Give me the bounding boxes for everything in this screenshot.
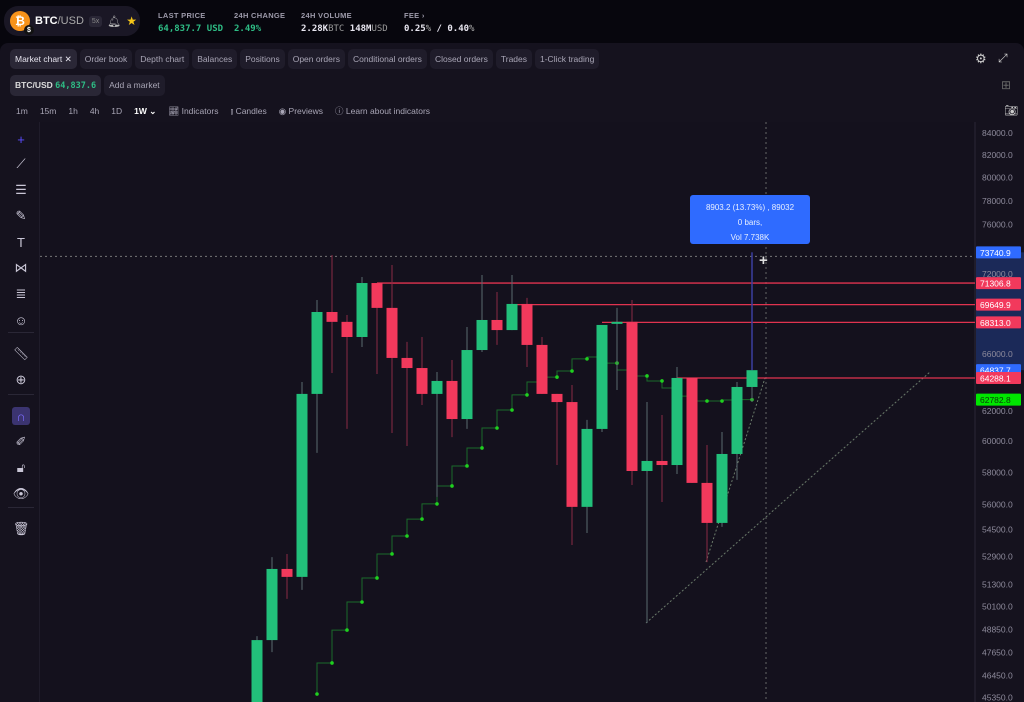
supertrend-dot xyxy=(720,399,724,403)
candle-down xyxy=(386,307,398,358)
supertrend-dot xyxy=(585,357,589,361)
supertrend-dot xyxy=(435,502,439,506)
measure-tooltip: 8903.2 (13.73%) , 89032 0 bars, Vol 7.738K xyxy=(690,195,810,244)
candle-up xyxy=(581,428,593,507)
supertrend-dot xyxy=(555,375,559,379)
y-tick-label: 82000.0 xyxy=(982,150,1013,160)
price-label: 62782.8 xyxy=(980,395,1011,405)
supertrend-dot xyxy=(345,628,349,632)
price-label: 64288.1 xyxy=(980,373,1011,383)
supertrend-dot xyxy=(495,426,499,430)
y-tick-label: 76000.0 xyxy=(982,220,1013,230)
candle-down xyxy=(536,344,548,394)
supertrend-dot xyxy=(405,534,409,538)
supertrend-dot xyxy=(480,446,484,450)
candle-up xyxy=(296,393,308,577)
supertrend-dot xyxy=(450,484,454,488)
candle-down xyxy=(521,303,533,345)
y-tick-label: 60000.0 xyxy=(982,436,1013,446)
supertrend-dot xyxy=(465,464,469,468)
price-label: 68313.0 xyxy=(980,318,1011,328)
candle-up xyxy=(596,324,608,429)
candle-up xyxy=(641,460,653,471)
candle-up xyxy=(671,377,683,466)
candle-up xyxy=(356,283,368,337)
candle-down xyxy=(491,319,503,331)
candle-down xyxy=(686,377,698,483)
supertrend-dot xyxy=(570,369,574,373)
y-tick-label: 51300.0 xyxy=(982,580,1013,590)
candle-up xyxy=(716,453,728,523)
candle-down xyxy=(341,321,353,337)
y-tick-label: 52900.0 xyxy=(982,552,1013,562)
candle-up xyxy=(746,370,758,387)
y-tick-label: 58000.0 xyxy=(982,467,1013,477)
price-chart[interactable]: 84000.082000.080000.078000.076000.072000… xyxy=(0,0,1024,702)
supertrend-dot xyxy=(660,379,664,383)
y-tick-label: 45350.0 xyxy=(982,693,1013,702)
y-tick-label: 66000.0 xyxy=(982,349,1013,359)
candle-down xyxy=(416,368,428,394)
y-tick-label: 80000.0 xyxy=(982,173,1013,183)
candle-up xyxy=(461,350,473,420)
candle-down xyxy=(401,357,413,369)
candle-up xyxy=(611,321,623,324)
supertrend-dot xyxy=(525,393,529,397)
y-tick-label: 46450.0 xyxy=(982,671,1013,681)
y-tick-label: 48850.0 xyxy=(982,625,1013,635)
candle-up xyxy=(251,640,263,702)
supertrend-dot xyxy=(390,552,394,556)
y-tick-label: 84000.0 xyxy=(982,128,1013,138)
supertrend-dot xyxy=(360,600,364,604)
candle-up xyxy=(731,386,743,454)
y-tick-label: 78000.0 xyxy=(982,196,1013,206)
candle-up xyxy=(311,311,323,394)
supertrend-dot xyxy=(330,661,334,665)
y-tick-label: 54500.0 xyxy=(982,524,1013,534)
candle-down xyxy=(656,460,668,466)
supertrend-dot xyxy=(420,517,424,521)
candle-down xyxy=(566,402,578,507)
candle-down xyxy=(371,283,383,308)
candle-down xyxy=(701,482,713,523)
supertrend-dot xyxy=(375,576,379,580)
plot-area xyxy=(40,122,975,702)
price-label: 71306.8 xyxy=(980,279,1011,289)
candle-down xyxy=(446,380,458,420)
candle-up xyxy=(431,380,443,394)
y-tick-label: 62000.0 xyxy=(982,406,1013,416)
supertrend-dot xyxy=(645,374,649,378)
y-tick-label: 47650.0 xyxy=(982,647,1013,657)
candle-down xyxy=(281,568,293,577)
candle-up xyxy=(476,319,488,351)
candle-down xyxy=(551,393,563,403)
price-label: 73740.9 xyxy=(980,248,1011,258)
price-label: 69649.9 xyxy=(980,300,1011,310)
supertrend-dot xyxy=(315,692,319,696)
crosshair-cursor-icon: + xyxy=(759,252,768,269)
candle-up xyxy=(506,303,518,331)
supertrend-dot xyxy=(510,408,514,412)
y-tick-label: 50100.0 xyxy=(982,601,1013,611)
supertrend-dot xyxy=(705,399,709,403)
candle-down xyxy=(626,321,638,471)
candle-up xyxy=(266,568,278,641)
candle-down xyxy=(326,311,338,322)
y-tick-label: 56000.0 xyxy=(982,499,1013,509)
